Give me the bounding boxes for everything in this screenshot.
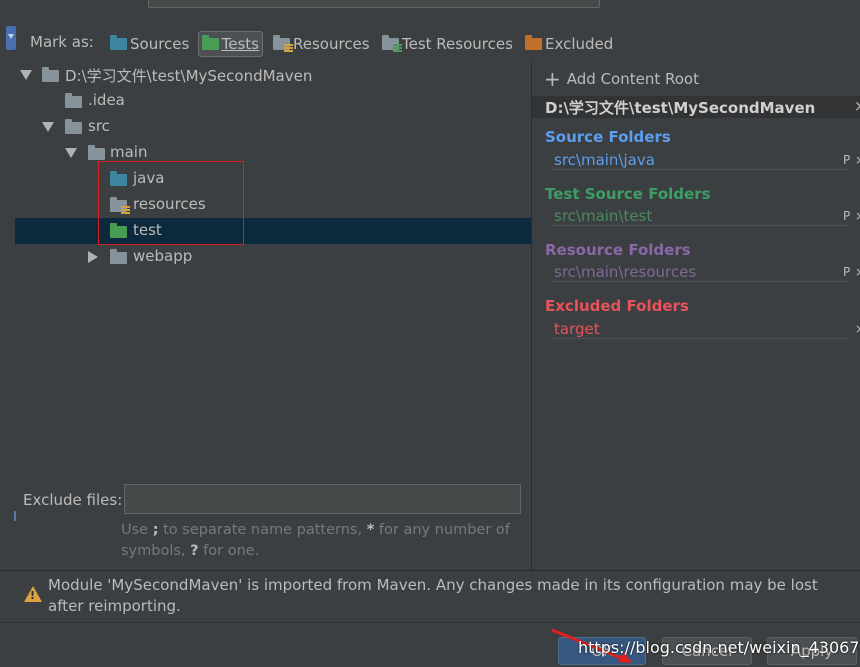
remove-folder-icon[interactable]: × xyxy=(855,265,860,279)
content-root-tree[interactable]: D:\学习文件\test\MySecondMaven .idea src mai… xyxy=(15,62,531,482)
mark-tests-label: Tests xyxy=(221,35,259,53)
excluded-folder-path[interactable]: target xyxy=(554,320,850,339)
separator xyxy=(0,622,860,623)
tree-node-label: .idea xyxy=(88,91,125,109)
expand-arrow-icon[interactable] xyxy=(65,148,77,158)
source-folders-title: Source Folders xyxy=(545,128,671,146)
collapse-toggle-icon[interactable] xyxy=(6,26,16,50)
mark-test-resources-label: Test Resources xyxy=(402,35,513,53)
hint-text: to separate name patterns, xyxy=(163,522,363,538)
add-content-root-button[interactable]: + Add Content Root xyxy=(544,67,699,91)
tree-node-label: webapp xyxy=(133,247,193,265)
hint-symbol: ; xyxy=(152,522,159,538)
folder-icon xyxy=(110,249,127,264)
exclude-files-hint: Use ; to separate name patterns, * for a… xyxy=(121,520,521,562)
scroll-marker xyxy=(14,511,16,521)
source-folder-path[interactable]: src\main\java xyxy=(554,151,850,170)
sources-folder-icon xyxy=(110,35,127,50)
remove-folder-icon[interactable]: × xyxy=(855,322,860,336)
separator xyxy=(0,570,860,571)
expand-arrow-icon[interactable] xyxy=(20,70,32,80)
mark-sources-button[interactable]: Sources xyxy=(107,31,192,57)
tree-node-label: main xyxy=(110,143,148,161)
highlight-annotation-box xyxy=(98,161,244,245)
tree-node-label: src xyxy=(88,117,110,135)
excluded-folder-icon xyxy=(525,35,542,50)
exclude-files-label: Exclude files: xyxy=(23,491,123,509)
resource-folder-path[interactable]: src\main\resources xyxy=(554,263,850,282)
tree-node-main[interactable]: main xyxy=(15,140,531,166)
mark-excluded-button[interactable]: Excluded xyxy=(522,31,616,57)
tree-node-label: D:\学习文件\test\MySecondMaven xyxy=(65,67,313,85)
package-prefix-icon[interactable]: P xyxy=(843,265,850,279)
hint-symbol: * xyxy=(366,522,375,538)
hint-text: for one. xyxy=(203,543,260,559)
tree-node-java[interactable]: java xyxy=(15,166,531,192)
content-root-path: D:\学习文件\test\MySecondMaven xyxy=(545,99,816,117)
test-source-folder-path[interactable]: src\main\test xyxy=(554,207,850,226)
folder-icon xyxy=(65,119,82,134)
mark-excluded-label: Excluded xyxy=(545,35,614,53)
watermark-text: https://blog.csdn.net/weixin_43067223 xyxy=(578,638,860,657)
test-resources-folder-icon xyxy=(382,35,402,52)
tree-node-root[interactable]: D:\学习文件\test\MySecondMaven xyxy=(15,62,531,88)
warning-icon xyxy=(24,586,42,602)
pane-divider[interactable] xyxy=(531,62,532,570)
mark-as-label: Mark as: xyxy=(30,33,94,51)
tests-folder-icon xyxy=(202,35,219,50)
remove-root-icon[interactable]: × xyxy=(854,97,860,115)
test-source-folders-title: Test Source Folders xyxy=(545,185,711,203)
exclude-files-input[interactable] xyxy=(124,484,521,514)
partial-input-field[interactable] xyxy=(148,0,600,8)
mark-tests-button[interactable]: Tests xyxy=(198,31,263,57)
tree-node-webapp[interactable]: webapp xyxy=(15,244,531,270)
excluded-folders-title: Excluded Folders xyxy=(545,297,689,315)
folder-icon xyxy=(88,145,105,160)
tree-node-idea[interactable]: .idea xyxy=(15,88,531,114)
package-prefix-icon[interactable]: P xyxy=(843,209,850,223)
add-content-root-label: Add Content Root xyxy=(566,70,699,88)
plus-icon: + xyxy=(544,67,561,91)
resources-folder-icon xyxy=(273,35,293,52)
hint-text: Use xyxy=(121,522,149,538)
mark-resources-label: Resources xyxy=(293,35,370,53)
tree-node-test[interactable]: test xyxy=(15,218,531,244)
remove-folder-icon[interactable]: × xyxy=(855,153,860,167)
mark-sources-label: Sources xyxy=(130,35,190,53)
resource-folders-title: Resource Folders xyxy=(545,241,691,259)
mark-resources-button[interactable]: Resources xyxy=(270,31,373,57)
remove-folder-icon[interactable]: × xyxy=(855,209,860,223)
tree-node-src[interactable]: src xyxy=(15,114,531,140)
package-prefix-icon[interactable]: P xyxy=(843,153,850,167)
mark-test-resources-button[interactable]: Test Resources xyxy=(379,31,516,57)
collapse-arrow-icon[interactable] xyxy=(88,251,98,263)
hint-symbol: ? xyxy=(190,543,199,559)
maven-warning-text: Module 'MySecondMaven' is imported from … xyxy=(48,576,818,615)
expand-arrow-icon[interactable] xyxy=(42,122,54,132)
folder-icon xyxy=(65,93,82,108)
folder-icon xyxy=(42,67,59,82)
tree-node-resources[interactable]: resources xyxy=(15,192,531,218)
